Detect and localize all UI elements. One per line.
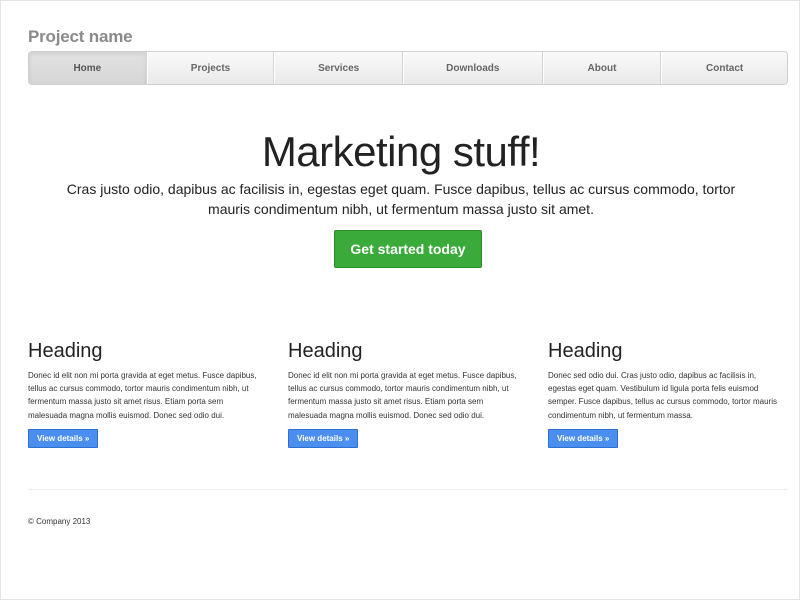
- jumbotron-title: Marketing stuff!: [261, 128, 541, 175]
- column-heading: Heading: [548, 340, 623, 362]
- view-details-button[interactable]: View details »: [548, 428, 619, 448]
- navbar: Home Projects Services Downloads About C…: [28, 51, 788, 85]
- jumbotron-lead: Cras justo odio, dapibus ac facilisis in…: [66, 181, 736, 217]
- get-started-button[interactable]: Get started today: [334, 230, 482, 268]
- nav-item-projects[interactable]: Projects: [146, 52, 275, 84]
- content-column-1: Heading Donec id elit non mi porta gravi…: [28, 339, 263, 448]
- nav-item-home[interactable]: Home: [29, 52, 147, 84]
- column-heading: Heading: [288, 340, 363, 362]
- nav-item-services[interactable]: Services: [274, 52, 403, 84]
- nav-item-about[interactable]: About: [542, 52, 662, 84]
- column-body: Donec id elit non mi porta gravida at eg…: [28, 371, 257, 420]
- column-heading: Heading: [28, 340, 103, 362]
- brand-name[interactable]: Project name: [28, 27, 133, 47]
- column-body: Donec id elit non mi porta gravida at eg…: [288, 371, 517, 420]
- view-details-button[interactable]: View details »: [288, 428, 359, 448]
- view-details-button[interactable]: View details »: [28, 428, 99, 448]
- page: Project name Home Projects Services Down…: [0, 0, 800, 600]
- jumbotron: Marketing stuff! Cras justo odio, dapibu…: [1, 129, 800, 219]
- footer-divider: [28, 489, 788, 490]
- nav-item-contact[interactable]: Contact: [661, 52, 787, 84]
- nav-item-downloads[interactable]: Downloads: [403, 52, 543, 84]
- footer-copyright: © Company 2013: [28, 517, 91, 526]
- column-body: Donec sed odio dui. Cras justo odio, dap…: [548, 371, 777, 420]
- content-column-3: Heading Donec sed odio dui. Cras justo o…: [548, 339, 783, 448]
- content-column-2: Heading Donec id elit non mi porta gravi…: [288, 339, 523, 448]
